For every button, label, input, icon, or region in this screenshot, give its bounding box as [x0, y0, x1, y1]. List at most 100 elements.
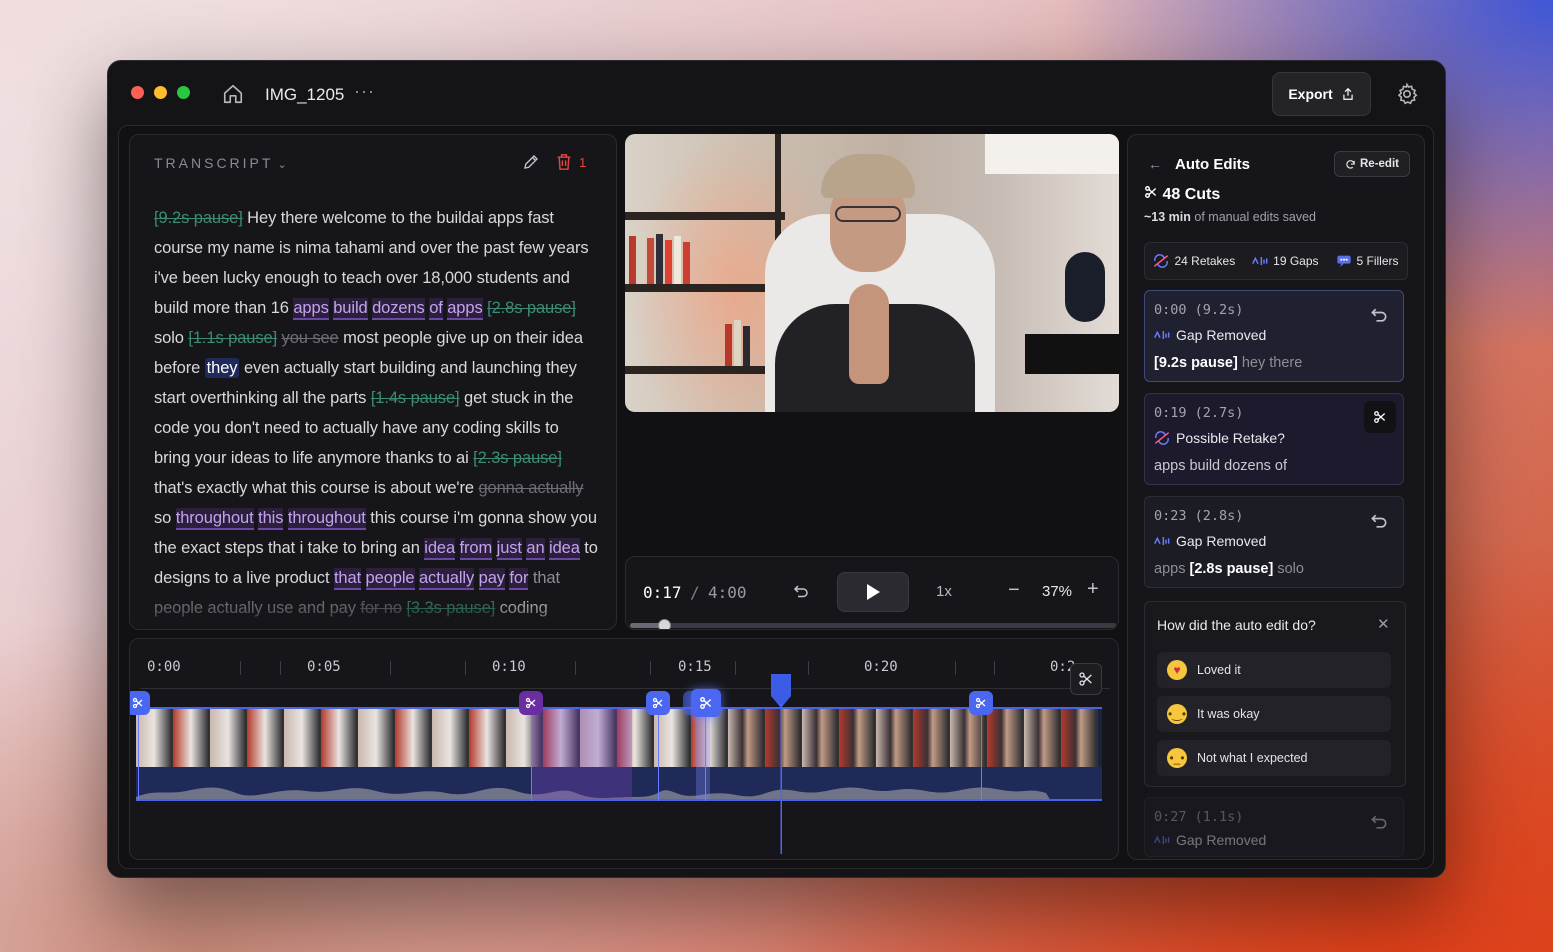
minimize-window-button[interactable] — [154, 86, 167, 99]
video-frame-window — [985, 134, 1119, 174]
scissors-icon — [1145, 186, 1157, 198]
tick-mark — [575, 661, 576, 675]
transcript-dropdown[interactable]: TRANSCRIPT ⌄ — [154, 155, 287, 171]
feedback-option-loved[interactable]: ♥ Loved it — [1157, 652, 1391, 688]
export-label: Export — [1288, 86, 1333, 102]
zoom-in-button[interactable]: + — [1087, 578, 1099, 601]
edit-type: Gap Removed — [1154, 832, 1266, 848]
feedback-option-label: Not what I expected — [1197, 751, 1308, 765]
player-controls: 0:17 / 4:00 1x − 37% + — [625, 556, 1119, 630]
undo-icon[interactable] — [1369, 812, 1389, 832]
rewind-icon[interactable] — [792, 583, 810, 601]
gap-cut-region[interactable] — [696, 709, 710, 799]
split-clip-button[interactable] — [1070, 663, 1102, 695]
play-button[interactable] — [837, 572, 909, 612]
pencil-icon[interactable] — [522, 153, 540, 171]
deleted-count: 1 — [579, 155, 587, 170]
zoom-out-button[interactable]: − — [1008, 579, 1020, 602]
edit-time: 0:27 (1.1s) — [1154, 809, 1244, 825]
tick-label: 0:20 — [864, 659, 898, 675]
video-track[interactable] — [136, 707, 1102, 801]
re-edit-button[interactable]: Re-edit — [1334, 151, 1410, 177]
share-icon — [1343, 87, 1353, 100]
edit-type: Gap Removed — [1154, 327, 1266, 343]
cut-marker[interactable] — [969, 691, 993, 715]
scrub-bar[interactable] — [630, 619, 1116, 629]
playback-speed[interactable]: 1x — [936, 583, 952, 600]
transcript-panel: TRANSCRIPT ⌄ 1 [9.2s pause] Hey there wel… — [129, 134, 617, 630]
tick-mark — [994, 661, 995, 675]
film-frame — [173, 709, 210, 767]
gap-icon — [1252, 256, 1268, 265]
trash-icon[interactable] — [556, 153, 572, 171]
feedback-option-unexpected[interactable]: •_• Not what I expected — [1157, 740, 1391, 776]
video-frame-book — [725, 324, 732, 366]
film-frame — [321, 709, 358, 767]
video-frame-hands — [849, 284, 889, 384]
video-frame-book — [743, 326, 750, 366]
apply-cut-button[interactable] — [1364, 401, 1396, 433]
playhead[interactable] — [769, 674, 793, 854]
scissors-icon — [1079, 672, 1092, 686]
back-arrow-icon[interactable]: ← — [1148, 156, 1162, 172]
film-frame — [913, 709, 950, 767]
close-icon[interactable]: ✕ — [1377, 615, 1390, 633]
video-frame-book — [674, 236, 681, 284]
film-frame — [1061, 709, 1098, 767]
transcript-text[interactable]: [9.2s pause] Hey there welcome to the bu… — [154, 203, 598, 623]
film-frame — [358, 709, 395, 767]
video-frame-microphone — [1065, 252, 1105, 322]
edit-card[interactable]: 0:00 (9.2s) Gap Removed [9.2s pause] hey… — [1144, 290, 1404, 382]
cut-line — [658, 707, 659, 801]
timeline-ruler[interactable]: 0:00 0:05 0:10 0:15 0:20 0:2 — [140, 647, 1110, 695]
close-window-button[interactable] — [131, 86, 144, 99]
tick-label: 0:00 — [147, 659, 181, 675]
edit-card[interactable]: 0:19 (2.7s) Possible Retake? apps build … — [1144, 393, 1404, 485]
edit-time: 0:19 (2.7s) — [1154, 405, 1244, 421]
film-frame — [136, 709, 173, 767]
zoom-level: 37% — [1042, 583, 1073, 600]
current-time: 0:17 — [643, 583, 682, 602]
scissors-icon — [132, 697, 143, 709]
cuts-count: 48 Cuts — [1144, 185, 1220, 204]
video-frame-piano — [1025, 334, 1119, 374]
cut-marker-selected[interactable] — [691, 689, 721, 717]
video-frame-book — [734, 320, 741, 366]
edit-excerpt-post: solo — [1277, 561, 1304, 577]
film-frame — [247, 709, 284, 767]
tick-mark — [955, 661, 956, 675]
edit-card[interactable]: 0:23 (2.8s) Gap Removed apps [2.8s pause… — [1144, 496, 1404, 588]
fillers-stat[interactable]: 5 Fillers — [1336, 254, 1399, 268]
feedback-prompt: How did the auto edit do? ✕ ♥ Loved it •… — [1144, 601, 1406, 787]
video-preview[interactable] — [625, 134, 1119, 412]
retake-marker[interactable] — [519, 691, 543, 715]
undo-icon[interactable] — [1369, 511, 1389, 531]
edit-type-label: Possible Retake? — [1176, 430, 1285, 446]
edit-card[interactable]: 0:27 (1.1s) Gap Removed — [1144, 797, 1404, 857]
refresh-icon — [1346, 159, 1355, 169]
gaps-stat[interactable]: 19 Gaps — [1252, 254, 1319, 268]
saved-suffix: of manual edits saved — [1194, 210, 1316, 224]
cut-marker[interactable] — [130, 691, 150, 715]
time-separator: / — [690, 583, 700, 602]
edit-type-label: Gap Removed — [1176, 327, 1267, 343]
cut-line — [531, 707, 532, 801]
feedback-option-label: It was okay — [1197, 707, 1260, 721]
scrub-handle[interactable] — [658, 619, 672, 629]
transcript-header-label: TRANSCRIPT — [154, 155, 274, 171]
maximize-window-button[interactable] — [177, 86, 190, 99]
film-frame — [839, 709, 876, 767]
video-frame-book — [683, 242, 690, 284]
gear-icon[interactable] — [1395, 82, 1419, 106]
undo-icon[interactable] — [1369, 305, 1389, 325]
more-options-icon[interactable]: ··· — [354, 81, 375, 102]
edit-stats: 24 Retakes 19 Gaps 5 Fillers — [1144, 242, 1408, 280]
retakes-stat[interactable]: 24 Retakes — [1153, 254, 1235, 268]
feedback-option-okay[interactable]: •‿• It was okay — [1157, 696, 1391, 732]
file-title[interactable]: IMG_1205 — [265, 85, 344, 105]
export-button[interactable]: Export — [1272, 72, 1371, 116]
retake-cut-region[interactable] — [532, 709, 632, 799]
tick-label: 0:15 — [678, 659, 712, 675]
home-icon[interactable] — [222, 83, 244, 105]
cut-marker[interactable] — [646, 691, 670, 715]
